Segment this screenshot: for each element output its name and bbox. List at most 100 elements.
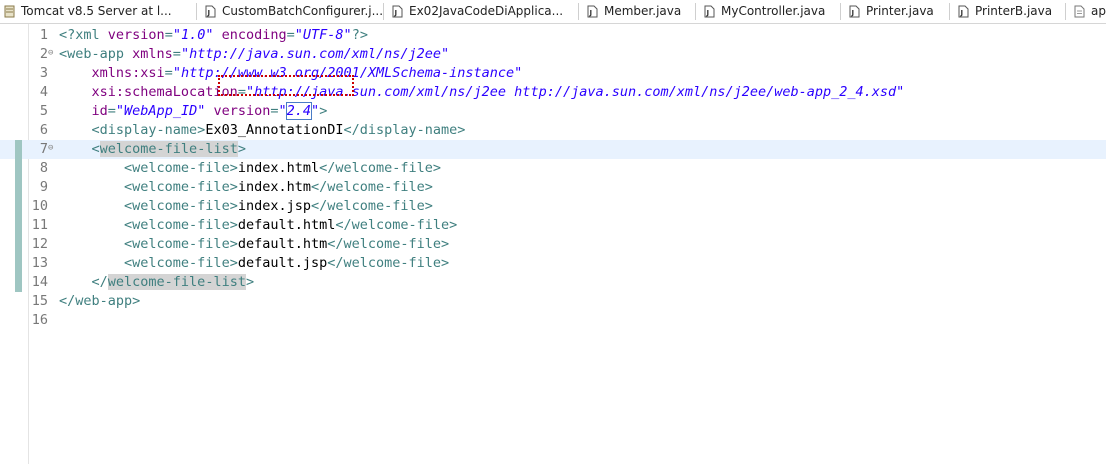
token-tag: <welcome-file> <box>124 255 238 271</box>
token-tag: > <box>319 103 328 119</box>
java-file-icon: J <box>587 5 598 18</box>
token-txt: index.html <box>237 160 320 176</box>
editor-tab-7[interactable]: J PrinterB.java <box>958 0 1052 22</box>
tab-separator <box>695 3 696 20</box>
code-line-10[interactable]: 10 <welcome-file>index.jsp</welcome-file… <box>0 197 1106 216</box>
token-tag: <web-app <box>59 46 133 62</box>
token-tag: </welcome-file> <box>327 255 450 271</box>
fold-toggle-icon[interactable]: ⊖ <box>48 45 53 62</box>
token-tag: <welcome-file> <box>124 198 238 214</box>
token-tag: < <box>91 141 100 157</box>
code-text: <web-app xmlns="http://java.sun.com/xml/… <box>59 45 449 64</box>
line-number: 11 <box>31 217 48 233</box>
token-attr: version <box>107 27 165 43</box>
token-taghl: welcome-file-list <box>107 274 246 290</box>
editor-tab-4[interactable]: J Member.java <box>587 0 681 22</box>
token-attr: xmlns <box>132 46 173 62</box>
token-txt: index.jsp <box>237 198 311 214</box>
line-number: 16 <box>31 312 48 328</box>
token-txt: default.html <box>237 217 336 233</box>
editor-tab-1[interactable]: Tomcat v8.5 Server at l... <box>4 0 172 22</box>
code-line-12[interactable]: 12 <welcome-file>default.htm</welcome-fi… <box>0 235 1106 254</box>
quick-diff-marker <box>15 159 22 178</box>
editor-tab-5[interactable]: J MyController.java <box>704 0 825 22</box>
editor-tab-2[interactable]: J CustomBatchConfigurer.j... <box>205 0 383 22</box>
editor-tab-3[interactable]: J Ex02JavaCodeDiApplica... <box>392 0 563 22</box>
editor-tab-6[interactable]: J Printer.java <box>849 0 934 22</box>
code-line-14[interactable]: 14 </welcome-file-list> <box>0 273 1106 292</box>
svg-text:J: J <box>207 9 211 17</box>
code-line-15[interactable]: 15 </web-app> <box>0 292 1106 311</box>
code-line-5[interactable]: 5 id="WebApp_ID" version="2.4"> <box>0 102 1106 121</box>
code-line-8[interactable]: 8 <welcome-file>index.html</welcome-file… <box>0 159 1106 178</box>
code-line-7[interactable]: 7 ⊖ <welcome-file-list> <box>0 140 1106 159</box>
token-tag: </welcome-file> <box>335 217 458 233</box>
token-txt: default.jsp <box>237 255 328 271</box>
tab-label: Member.java <box>604 4 682 18</box>
code-text: xmlns:xsi="http://www.w3.org/2001/XMLSch… <box>59 64 523 83</box>
line-number: 15 <box>31 293 48 309</box>
tab-separator <box>949 3 950 20</box>
code-line-2[interactable]: 2 ⊖ <web-app xmlns="http://java.sun.com/xm… <box>0 45 1106 64</box>
line-number: 7 <box>39 141 48 157</box>
code-text: id="WebApp_ID" version="2.4"> <box>59 102 327 121</box>
svg-text:J: J <box>706 9 710 17</box>
line-number: 5 <box>39 103 48 119</box>
xml-editor[interactable]: 1 <?xml version="1.0" encoding="UTF-8"?> 2… <box>0 24 1106 464</box>
line-number: 1 <box>39 27 48 43</box>
token-val: "http://java.sun.com/xml/ns/j2ee" <box>180 46 450 62</box>
code-line-3[interactable]: 3 xmlns:xsi="http://www.w3.org/2001/XMLS… <box>0 64 1106 83</box>
editor-tab-8[interactable]: ap <box>1074 0 1106 22</box>
code-line-4[interactable]: 4 xsi:schemaLocation="http://java.sun.co… <box>0 83 1106 102</box>
tab-label: PrinterB.java <box>975 4 1053 18</box>
code-text: <welcome-file>default.html</welcome-file… <box>59 216 457 235</box>
token-tag: <?xml <box>59 27 108 43</box>
svg-text:J: J <box>960 9 964 17</box>
tab-separator <box>1065 3 1066 20</box>
token-tag: = <box>164 65 173 81</box>
java-file-icon: J <box>849 5 860 18</box>
token-tag: </web-app> <box>59 293 141 309</box>
line-number: 9 <box>39 179 48 195</box>
code-text: xsi:schemaLocation="http://java.sun.com/… <box>59 83 905 102</box>
quick-diff-marker <box>15 197 22 216</box>
line-number: 8 <box>39 160 48 176</box>
code-line-16[interactable]: 16 <box>0 311 1106 330</box>
token-tag: <welcome-file> <box>124 179 238 195</box>
tab-label: Tomcat v8.5 Server at l... <box>21 4 172 18</box>
token-val: "WebApp_ID" <box>115 103 206 119</box>
fold-toggle-icon[interactable]: ⊖ <box>48 140 53 157</box>
code-line-11[interactable]: 11 <welcome-file>default.html</welcome-f… <box>0 216 1106 235</box>
token-val: " <box>278 103 287 119</box>
quick-diff-marker <box>15 216 22 235</box>
code-text: <welcome-file>default.htm</welcome-file> <box>59 235 449 254</box>
code-line-1[interactable]: 1 <?xml version="1.0" encoding="UTF-8"?> <box>0 26 1106 45</box>
tab-separator <box>840 3 841 20</box>
code-line-13[interactable]: 13 <welcome-file>default.jsp</welcome-fi… <box>0 254 1106 273</box>
line-number: 6 <box>39 122 48 138</box>
code-text: <?xml version="1.0" encoding="UTF-8"?> <box>59 26 368 45</box>
code-line-6[interactable]: 6 <display-name>Ex03_AnnotationDI</displ… <box>0 121 1106 140</box>
token-tag: </welcome-file> <box>327 236 450 252</box>
tab-separator <box>578 3 579 20</box>
token-tag: <welcome-file> <box>124 236 238 252</box>
quick-diff-marker <box>15 254 22 273</box>
code-line-9[interactable]: 9 <welcome-file>index.htm</welcome-file> <box>0 178 1106 197</box>
line-number: 4 <box>39 84 48 100</box>
token-attr: version <box>213 103 271 119</box>
token-tag: </ <box>91 274 108 290</box>
java-file-icon: J <box>704 5 715 18</box>
quick-diff-marker <box>15 235 22 254</box>
token-taghl: welcome-file-list <box>99 141 238 157</box>
code-text: <display-name>Ex03_AnnotationDI</display… <box>59 121 466 140</box>
code-text: </web-app> <box>59 292 140 311</box>
token-txt: default.htm <box>237 236 328 252</box>
tab-label: CustomBatchConfigurer.j... <box>222 4 384 18</box>
